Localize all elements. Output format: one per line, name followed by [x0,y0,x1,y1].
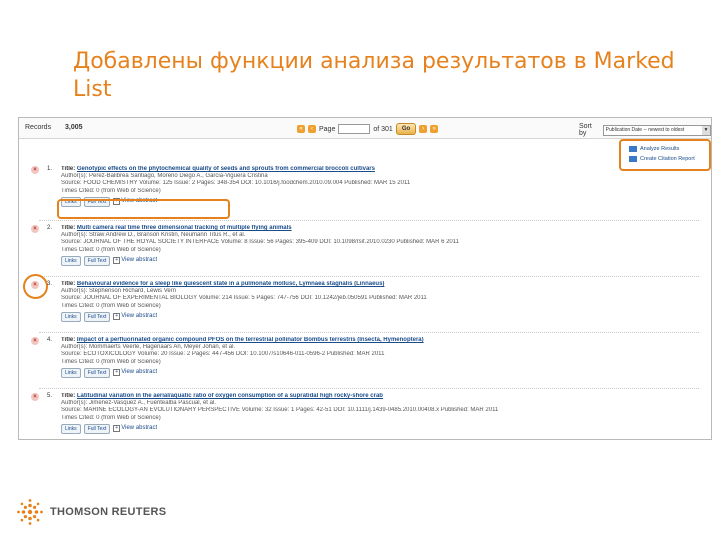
links-button[interactable]: Links [61,423,81,434]
full-text-button[interactable]: Full Text [83,423,111,434]
record-title: Title: Multi camera real time three dime… [61,225,292,231]
prev-page-icon[interactable]: ‹ [308,125,316,133]
links-button[interactable]: Links [61,367,81,378]
brand-logo: THOMSON REUTERS [16,498,166,526]
sort-select[interactable]: Publication Date -- newest to oldest ▼ [602,124,711,136]
view-abstract-link[interactable]: + View abstract [113,257,158,265]
record-source: Source: JOURNAL OF EXPERIMENTAL BIOLOGY … [61,295,427,302]
divider [39,276,699,277]
marked-list-screenshot: Records 3,005 « ‹ Page of 301 Go › » Sor… [18,117,712,440]
record-actions: Links Full Text + View abstract [61,255,701,266]
record-number: 3. [47,281,53,287]
last-page-icon[interactable]: » [430,125,439,133]
record-number: 1. [47,166,53,172]
pager: « ‹ Page of 301 Go › » [297,123,439,135]
bar-chart-icon [629,146,637,152]
page-label: Page [319,125,336,133]
record-source: Source: ECOTOXICOLOGY Volume: 20 Issue: … [61,351,385,358]
links-button[interactable]: Links [61,311,81,322]
analyze-results-label: Analyze Results [640,146,680,152]
record-actions: Links Full Text + View abstract [61,367,701,378]
view-abstract-label: View abstract [121,425,158,432]
citation-report-link[interactable]: Create Citation Report [629,156,695,162]
record-title: Title: Latitudinal variation in the aeri… [61,393,383,399]
expand-icon: + [113,257,121,265]
record-cited: Times Cited: 0 (from Web of Science) [61,246,161,253]
results-toolbar: Records 3,005 « ‹ Page of 301 Go › » Sor… [19,118,711,139]
chevron-down-icon: ▼ [702,125,710,135]
record-authors: Author(s): Straw Andrew D., Branson Kris… [61,232,246,239]
record-title-link[interactable]: Genotypic effects on the phytochemical q… [77,166,375,172]
view-abstract-label: View abstract [121,369,158,376]
record-authors: Author(s): Mommaerts Veerle, Hagenaars A… [61,344,236,351]
record-title-link[interactable]: Behavioural evidence for a sleep like qu… [77,281,385,287]
links-highlight [57,199,230,219]
next-page-icon[interactable]: › [419,125,428,133]
divider [39,220,699,221]
sort-control: Sort by Publication Date -- newest to ol… [579,123,711,137]
record-authors: Author(s): Perez-Balibrea Santiago, More… [61,173,268,180]
record-source: Source: JOURNAL OF THE ROYAL SOCIETY INT… [61,239,459,246]
expand-icon: + [113,313,121,321]
record-cited: Times Cited: 0 (from Web of Science) [61,302,161,309]
record-actions: Links Full Text + View abstract [61,423,701,434]
record-actions: Links Full Text + View abstract [61,311,701,322]
delete-icon[interactable]: × [31,166,39,174]
page-input[interactable] [338,124,371,134]
report-icon [629,156,637,162]
record-number: 5. [47,393,53,399]
sort-label: Sort by [579,123,592,137]
divider [39,388,699,389]
records-label: Records [25,124,52,131]
record-authors: Author(s): Jimenez-Vasquez A., Fuentealb… [61,400,216,407]
view-abstract-label: View abstract [121,257,158,264]
first-page-icon[interactable]: « [297,125,305,133]
delete-icon[interactable]: × [31,281,39,289]
view-abstract-label: View abstract [121,313,158,320]
thomson-reuters-logo-icon [17,499,43,525]
expand-icon: + [113,425,121,433]
record-source: Source: FOOD CHEMISTRY Volume: 125 Issue… [61,180,411,187]
view-abstract-link[interactable]: + View abstract [113,313,158,321]
record-title: Title: Genotypic effects on the phytoche… [61,166,375,172]
delete-icon[interactable]: × [31,393,39,401]
record-cited: Times Cited: 0 (from Web of Science) [61,414,161,421]
record-number: 4. [47,337,53,343]
sort-value: Publication Date -- newest to oldest [605,126,685,133]
record-title-link[interactable]: Latitudinal variation in the aerial/aqua… [77,393,383,399]
full-text-button[interactable]: Full Text [83,311,111,322]
view-abstract-link[interactable]: + View abstract [113,369,158,377]
record-title: Title: Impact of a perfluorinated organi… [61,337,424,343]
page-of: of 301 [373,125,393,133]
record-cited: Times Cited: 0 (from Web of Science) [61,187,161,194]
record-title-link[interactable]: Impact of a perfluorinated organic compo… [77,337,424,343]
brand-name: THOMSON REUTERS [50,506,167,518]
record-source: Source: MARINE ECOLOGY-AN EVOLUTIONARY P… [61,407,499,414]
divider [39,332,699,333]
delete-icon[interactable]: × [31,337,39,345]
go-button[interactable]: Go [395,123,417,135]
record-title: Title: Behavioural evidence for a sleep … [61,281,385,287]
citation-report-label: Create Citation Report [640,156,695,162]
view-abstract-link[interactable]: + View abstract [113,425,158,433]
delete-icon[interactable]: × [31,225,39,233]
slide-title: Добавлены функции анализа результатов в … [73,49,675,102]
record-number: 2. [47,225,53,231]
record-title-link[interactable]: Multi camera real time three dimensional… [77,225,292,231]
analyze-results-link[interactable]: Analyze Results [629,146,679,152]
expand-icon: + [113,369,121,377]
record-authors: Author(s): Stephenson Richard, Lewis Ver… [61,288,177,295]
full-text-button[interactable]: Full Text [83,367,111,378]
links-button[interactable]: Links [61,255,81,266]
full-text-button[interactable]: Full Text [83,255,111,266]
record-cited: Times Cited: 0 (from Web of Science) [61,358,161,365]
records-count: 3,005 [65,124,83,131]
